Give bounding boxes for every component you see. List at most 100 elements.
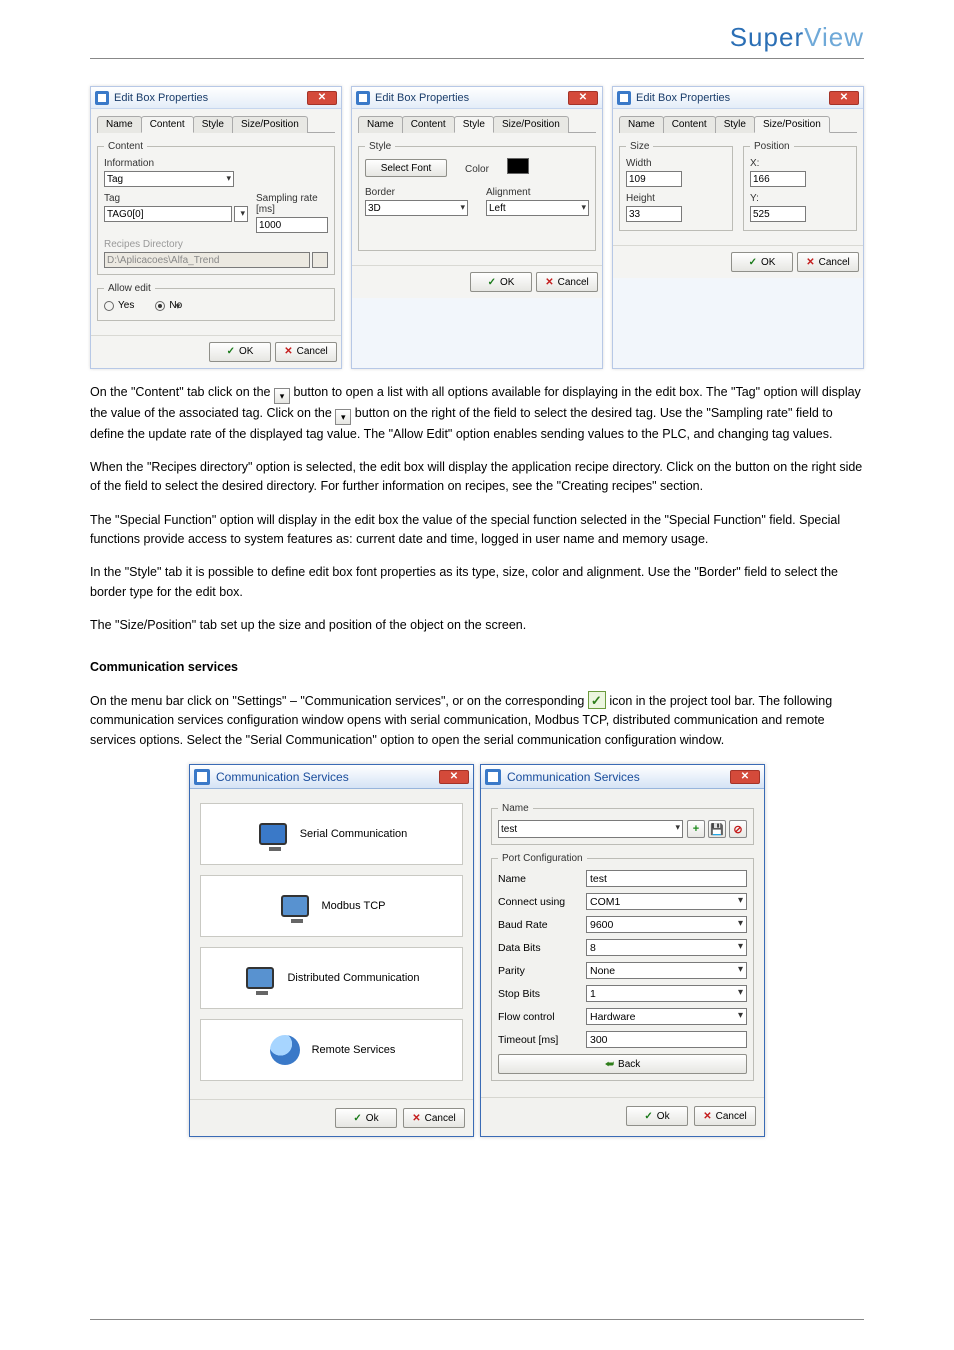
tab-name[interactable]: Name bbox=[619, 116, 664, 133]
ok-button[interactable]: ✓OK bbox=[470, 272, 532, 292]
allowedit-legend: Allow edit bbox=[104, 283, 155, 294]
name-legend: Name bbox=[498, 803, 533, 814]
tab-content[interactable]: Content bbox=[663, 116, 716, 133]
y-input[interactable]: 525 bbox=[750, 206, 806, 222]
flow-control-label: Flow control bbox=[498, 1011, 586, 1023]
height-input[interactable]: 33 bbox=[626, 206, 682, 222]
window-title: Edit Box Properties bbox=[636, 92, 829, 104]
width-label: Width bbox=[626, 158, 726, 169]
sampling-input[interactable]: 1000 bbox=[256, 217, 328, 233]
allowedit-fieldset: Allow edit Yes No bbox=[97, 283, 335, 321]
close-icon[interactable]: ✕ bbox=[568, 91, 598, 105]
distributed-comm-card[interactable]: Distributed Communication bbox=[200, 947, 463, 1009]
cancel-button[interactable]: ✕Cancel bbox=[403, 1108, 465, 1128]
cancel-button[interactable]: ✕Cancel bbox=[275, 342, 337, 362]
remote-label: Remote Services bbox=[312, 1044, 396, 1056]
prose-sizepos-tab: The "Size/Position" tab set up the size … bbox=[90, 616, 864, 635]
parity-dropdown[interactable]: None bbox=[586, 962, 747, 979]
ok-button[interactable]: ✓OK bbox=[209, 342, 271, 362]
serial-communication-card[interactable]: Serial Communication bbox=[200, 803, 463, 865]
prose-recipes: When the "Recipes directory" option is s… bbox=[90, 458, 864, 497]
name-dropdown[interactable]: test bbox=[498, 820, 683, 838]
add-button[interactable]: + bbox=[687, 820, 705, 838]
name-fieldset: Name test + 💾 ⊘ bbox=[491, 803, 754, 845]
x-input[interactable]: 166 bbox=[750, 171, 806, 187]
heading-comm-services: Communication services bbox=[90, 658, 864, 677]
data-bits-label: Data Bits bbox=[498, 942, 586, 954]
tag-input[interactable]: TAG0[0] bbox=[104, 206, 232, 222]
content-legend: Content bbox=[104, 141, 147, 152]
timeout-label: Timeout [ms] bbox=[498, 1034, 586, 1046]
parity-label: Parity bbox=[498, 965, 586, 977]
tab-content[interactable]: Content bbox=[141, 116, 194, 133]
tab-sizepos[interactable]: Size/Position bbox=[754, 116, 830, 133]
modbus-tcp-card[interactable]: Modbus TCP bbox=[200, 875, 463, 937]
dropdown-arrow-icon: ▾ bbox=[274, 388, 290, 404]
tab-style[interactable]: Style bbox=[454, 116, 494, 133]
port-config-legend: Port Configuration bbox=[498, 853, 587, 864]
tag-browse[interactable] bbox=[234, 206, 248, 222]
tab-sizepos[interactable]: Size/Position bbox=[232, 116, 308, 133]
style-fieldset: Style Select Font Color Border 3D bbox=[358, 141, 596, 251]
comm-services-chooser-window: Communication Services ✕ Serial Communic… bbox=[189, 764, 474, 1137]
timeout-input[interactable]: 300 bbox=[586, 1031, 747, 1048]
tab-name[interactable]: Name bbox=[358, 116, 403, 133]
color-swatch[interactable] bbox=[507, 158, 529, 174]
port-config-fieldset: Port Configuration Nametest Connect usin… bbox=[491, 853, 754, 1081]
close-icon[interactable]: ✕ bbox=[439, 770, 469, 784]
recipes-input: D:\Aplicacoes\Alfa_Trend bbox=[104, 252, 310, 268]
allowedit-yes[interactable]: Yes bbox=[104, 300, 134, 311]
back-button[interactable]: ⮨Back bbox=[498, 1054, 747, 1074]
serial-label: Serial Communication bbox=[300, 828, 408, 840]
content-fieldset: Content Information Tag Tag TAG0[0] Samp… bbox=[97, 141, 335, 275]
close-icon[interactable]: ✕ bbox=[829, 91, 859, 105]
prose-content-tab: On the "Content" tab click on the ▾ butt… bbox=[90, 383, 864, 444]
information-dropdown[interactable]: Tag bbox=[104, 171, 234, 187]
tab-style[interactable]: Style bbox=[715, 116, 755, 133]
recipes-label: Recipes Directory bbox=[104, 239, 328, 250]
size-legend: Size bbox=[626, 141, 653, 152]
close-icon[interactable]: ✕ bbox=[730, 770, 760, 784]
close-icon[interactable]: ✕ bbox=[307, 91, 337, 105]
connect-using-dropdown[interactable]: COM1 bbox=[586, 893, 747, 910]
editbox-props-style-window: Edit Box Properties ✕ Name Content Style… bbox=[351, 86, 603, 369]
color-label: Color bbox=[465, 164, 489, 175]
editbox-props-sizepos-window: Edit Box Properties ✕ Name Content Style… bbox=[612, 86, 864, 369]
tab-sizepos[interactable]: Size/Position bbox=[493, 116, 569, 133]
distributed-label: Distributed Communication bbox=[287, 972, 419, 984]
footer-rule bbox=[90, 1319, 864, 1320]
cancel-button[interactable]: ✕Cancel bbox=[694, 1106, 756, 1126]
position-legend: Position bbox=[750, 141, 794, 152]
allowedit-no[interactable]: No bbox=[155, 300, 182, 311]
data-bits-dropdown[interactable]: 8 bbox=[586, 939, 747, 956]
alignment-dropdown[interactable]: Left bbox=[486, 200, 589, 216]
tab-style[interactable]: Style bbox=[193, 116, 233, 133]
tab-content[interactable]: Content bbox=[402, 116, 455, 133]
distributed-icon bbox=[243, 961, 277, 995]
delete-button[interactable]: ⊘ bbox=[729, 820, 747, 838]
select-font-button[interactable]: Select Font bbox=[365, 159, 447, 177]
flow-control-dropdown[interactable]: Hardware bbox=[586, 1008, 747, 1025]
ok-button[interactable]: ✓Ok bbox=[626, 1106, 688, 1126]
baud-rate-dropdown[interactable]: 9600 bbox=[586, 916, 747, 933]
ok-button[interactable]: ✓OK bbox=[731, 252, 793, 272]
window-icon bbox=[194, 769, 210, 785]
baud-rate-label: Baud Rate bbox=[498, 919, 586, 931]
width-input[interactable]: 109 bbox=[626, 171, 682, 187]
tabs: Name Content Style Size/Position bbox=[619, 115, 857, 133]
connect-using-label: Connect using bbox=[498, 896, 586, 908]
name-field-input[interactable]: test bbox=[586, 870, 747, 887]
modbus-label: Modbus TCP bbox=[322, 900, 386, 912]
prose-special-function: The "Special Function" option will displ… bbox=[90, 511, 864, 550]
stop-bits-dropdown[interactable]: 1 bbox=[586, 985, 747, 1002]
cancel-button[interactable]: ✕Cancel bbox=[536, 272, 598, 292]
save-button[interactable]: 💾 bbox=[708, 820, 726, 838]
remote-services-card[interactable]: Remote Services bbox=[200, 1019, 463, 1081]
window-icon bbox=[617, 91, 631, 105]
ok-button[interactable]: ✓Ok bbox=[335, 1108, 397, 1128]
cancel-button[interactable]: ✕Cancel bbox=[797, 252, 859, 272]
border-dropdown[interactable]: 3D bbox=[365, 200, 468, 216]
window-icon bbox=[356, 91, 370, 105]
dropdown-arrow-icon: ▾ bbox=[335, 409, 351, 425]
tab-name[interactable]: Name bbox=[97, 116, 142, 133]
